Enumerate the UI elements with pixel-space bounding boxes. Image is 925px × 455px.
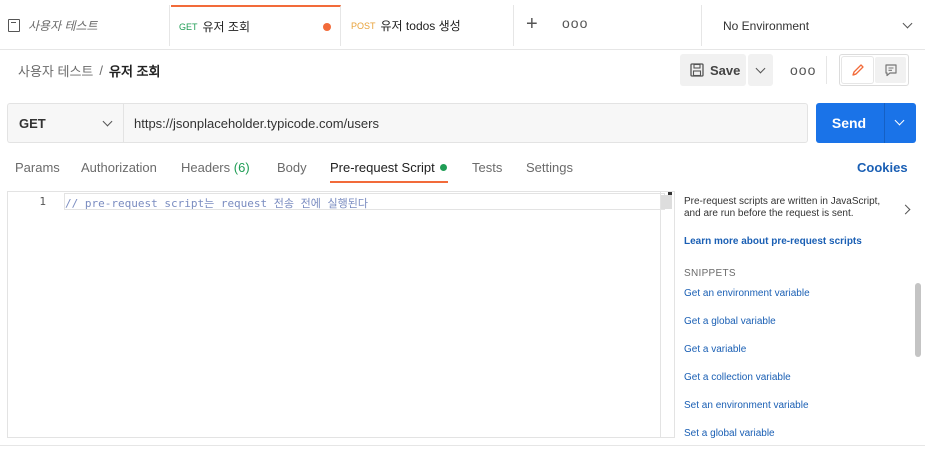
bottom-divider bbox=[0, 445, 925, 446]
tab-collection-label: 사용자 테스트 bbox=[28, 19, 98, 33]
collection-doc-icon bbox=[8, 19, 20, 32]
documentation-mode-button[interactable] bbox=[875, 57, 906, 83]
active-tab-indicator bbox=[330, 181, 448, 183]
snippets-description: Pre-request scripts are written in JavaS… bbox=[684, 196, 881, 219]
tab-active-label: 유저 조회 bbox=[202, 20, 251, 34]
view-mode-toggle bbox=[839, 54, 909, 86]
snippets-scrollbar-thumb[interactable] bbox=[915, 283, 921, 357]
tab-get-user[interactable]: GET 유저 조회 bbox=[171, 5, 341, 46]
send-split-divider bbox=[884, 103, 885, 143]
comment-doc-icon bbox=[884, 64, 897, 77]
tab-headers-label: Headers bbox=[181, 160, 231, 175]
snippet-item[interactable]: Set an environment variable bbox=[684, 400, 809, 411]
minimap-divider bbox=[660, 192, 661, 437]
url-input[interactable]: https://jsonplaceholder.typicode.com/use… bbox=[123, 103, 808, 143]
tab-tests[interactable]: Tests bbox=[472, 160, 502, 175]
send-label: Send bbox=[831, 115, 867, 131]
pencil-icon bbox=[851, 64, 864, 76]
headers-count-badge: (6) bbox=[233, 160, 250, 175]
tab-post-todos[interactable]: POST 유저 todos 생성 bbox=[342, 5, 514, 46]
tab-settings[interactable]: Settings bbox=[526, 160, 573, 175]
chevron-down-icon bbox=[755, 63, 766, 74]
breadcrumb: 사용자 테스트 / 유저 조회 bbox=[18, 61, 160, 80]
tab-strip: 사용자 테스트 GET 유저 조회 POST 유저 todos 생성 + ooo… bbox=[0, 0, 925, 50]
url-input-value: https://jsonplaceholder.typicode.com/use… bbox=[134, 115, 379, 131]
send-options-chevron-icon[interactable] bbox=[894, 115, 905, 126]
snippet-item[interactable]: Get an environment variable bbox=[684, 288, 810, 299]
tab-second-label: 유저 todos 생성 bbox=[380, 19, 461, 33]
unsaved-changes-dot-icon bbox=[323, 23, 331, 31]
snippet-item[interactable]: Get a variable bbox=[684, 344, 746, 355]
method-select-value: GET bbox=[19, 115, 46, 131]
tab-more-icon[interactable]: ooo bbox=[562, 15, 588, 31]
request-more-icon[interactable]: ooo bbox=[790, 62, 816, 78]
send-button[interactable]: Send bbox=[816, 103, 916, 143]
line-number: 1 bbox=[39, 195, 46, 208]
header-divider bbox=[826, 56, 827, 84]
code-line[interactable]: // pre-request script는 request 전송 전에 실행된… bbox=[65, 195, 368, 211]
save-button[interactable]: Save bbox=[680, 54, 746, 86]
method-select[interactable]: GET bbox=[7, 103, 123, 143]
minimap-cursor-marker bbox=[668, 192, 672, 195]
save-label: Save bbox=[710, 62, 741, 78]
tab-params[interactable]: Params bbox=[15, 160, 60, 175]
has-content-dot-icon bbox=[439, 164, 447, 171]
save-options-button[interactable] bbox=[748, 54, 773, 86]
learn-more-link[interactable]: Learn more about pre-request scripts bbox=[684, 236, 862, 247]
save-disk-icon bbox=[690, 63, 704, 77]
tab-pre-request-label: Pre-request Script bbox=[330, 160, 435, 175]
snippets-heading: SNIPPETS bbox=[684, 268, 736, 279]
environment-selector[interactable]: No Environment bbox=[701, 5, 925, 46]
tab-pre-request-script[interactable]: Pre-request Script bbox=[330, 160, 447, 175]
tab-headers[interactable]: Headers (6) bbox=[181, 160, 250, 175]
breadcrumb-separator: / bbox=[99, 63, 103, 78]
snippet-item[interactable]: Get a collection variable bbox=[684, 372, 791, 383]
minimap-slider[interactable] bbox=[661, 195, 672, 209]
cookies-link[interactable]: Cookies bbox=[857, 160, 908, 175]
tab-method-get: GET bbox=[179, 21, 198, 32]
chevron-down-icon bbox=[102, 116, 113, 127]
tab-body[interactable]: Body bbox=[277, 160, 307, 175]
chevron-down-icon bbox=[902, 18, 913, 29]
new-tab-plus-icon[interactable]: + bbox=[526, 14, 538, 34]
tab-method-post: POST bbox=[351, 20, 376, 31]
breadcrumb-collection[interactable]: 사용자 테스트 bbox=[18, 61, 93, 80]
collapse-panel-chevron-icon[interactable] bbox=[900, 204, 911, 215]
edit-mode-button[interactable] bbox=[842, 57, 873, 83]
request-name[interactable]: 유저 조회 bbox=[109, 61, 160, 80]
tab-collection-overview[interactable]: 사용자 테스트 bbox=[0, 5, 170, 46]
tab-authorization[interactable]: Authorization bbox=[81, 160, 157, 175]
snippet-item[interactable]: Set a global variable bbox=[684, 428, 775, 439]
script-editor[interactable]: 1 // pre-request script는 request 전송 전에 실… bbox=[7, 191, 675, 438]
snippet-item[interactable]: Get a global variable bbox=[684, 316, 776, 327]
environment-label: No Environment bbox=[723, 18, 810, 33]
